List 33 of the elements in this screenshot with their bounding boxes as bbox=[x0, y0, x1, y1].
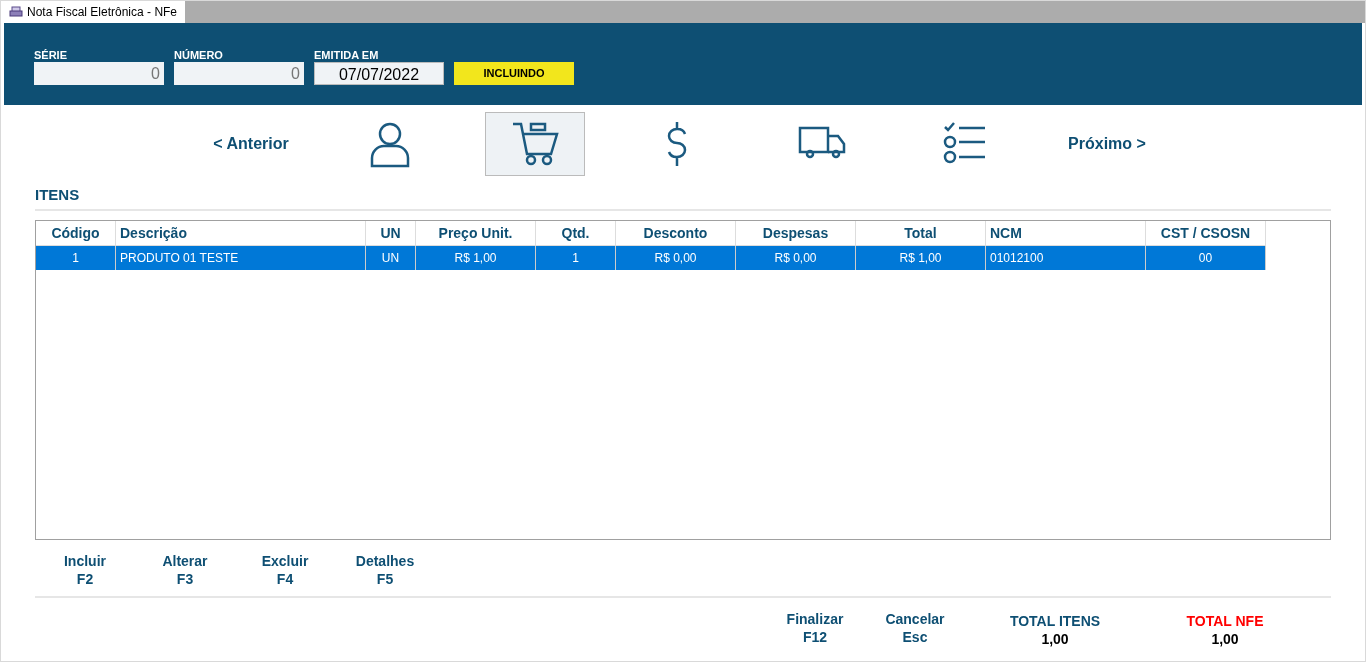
window-tab[interactable]: Nota Fiscal Eletrônica - NFe bbox=[1, 1, 186, 23]
window-title: Nota Fiscal Eletrônica - NFe bbox=[27, 4, 178, 21]
total-label: TOTAL ITENS bbox=[1009, 612, 1101, 630]
table-cell: R$ 0,00 bbox=[616, 246, 736, 270]
status-badge: INCLUINDO bbox=[454, 62, 574, 85]
nav-link[interactable]: Próximo > bbox=[1057, 132, 1157, 156]
total-value: 1,00 bbox=[1041, 630, 1069, 648]
table-cell: 00 bbox=[1146, 246, 1266, 270]
action-button[interactable]: Alterar F3 bbox=[135, 552, 235, 588]
nav-link[interactable]: < Anterior bbox=[201, 132, 301, 156]
table-cell: PRODUTO 01 TESTE bbox=[116, 246, 366, 270]
input-field[interactable]: 07/07/2022 bbox=[314, 62, 444, 85]
action-button[interactable]: Incluir F2 bbox=[35, 552, 135, 588]
table-cell: R$ 1,00 bbox=[856, 246, 986, 270]
field-label: NÚMERO bbox=[174, 48, 224, 62]
section-title: ITENS bbox=[35, 186, 80, 203]
total-label: TOTAL NFE bbox=[1186, 612, 1264, 630]
action-button[interactable]: Detalhes F5 bbox=[335, 552, 435, 588]
step-tab[interactable] bbox=[485, 112, 585, 176]
table-cell: 1 bbox=[536, 246, 616, 270]
table-cell: UN bbox=[366, 246, 416, 270]
table-cell: R$ 0,00 bbox=[736, 246, 856, 270]
field-label: SÉRIE bbox=[34, 48, 68, 62]
table-cell: 01012100 bbox=[986, 246, 1146, 270]
total-value: 1,00 bbox=[1211, 630, 1239, 648]
action-button[interactable]: Finalizar F12 bbox=[765, 610, 865, 646]
field-label: EMITIDA EM bbox=[314, 48, 380, 62]
action-button[interactable]: Cancelar Esc bbox=[865, 610, 965, 646]
action-button[interactable]: Excluir F4 bbox=[235, 552, 335, 588]
printer-icon bbox=[9, 6, 23, 18]
table-row[interactable]: 1 PRODUTO 01 TESTE UN R$ 1,00 1 R$ 0,00 R$ 0,00 R$ 1,00 01012100 00 bbox=[36, 246, 1266, 270]
table-cell: 1 bbox=[36, 246, 116, 270]
table-cell: R$ 1,00 bbox=[416, 246, 536, 270]
